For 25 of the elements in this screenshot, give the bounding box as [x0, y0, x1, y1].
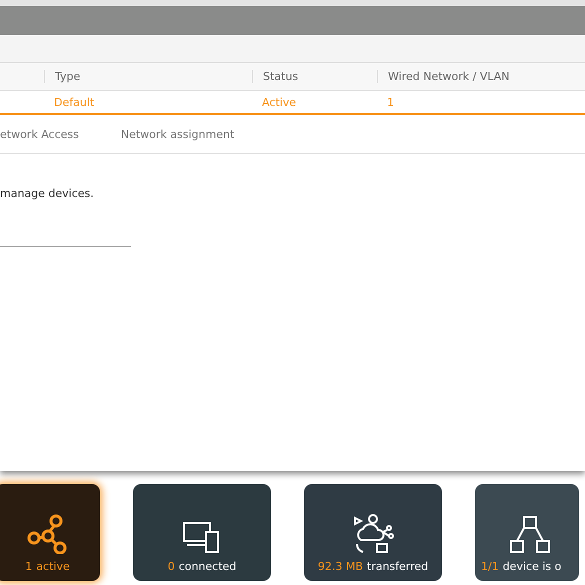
stat-label: device is o	[502, 560, 562, 573]
devices-icon	[182, 520, 222, 554]
cloud-share-icon	[351, 514, 395, 554]
table-cell: Active	[262, 96, 296, 108]
stat-card[interactable]: 1 active	[0, 484, 100, 581]
description-text: manage devices.	[0, 187, 95, 200]
tab[interactable]: etwork Access	[0, 128, 79, 140]
stat-label: active	[36, 560, 70, 573]
column-header: Wired Network / VLAN	[388, 70, 510, 83]
stat-label: connected	[178, 560, 236, 573]
column-header: Type	[55, 70, 80, 83]
column-header: Status	[263, 70, 298, 83]
table-cell: 1	[387, 96, 394, 108]
stat-card[interactable]: 92.3 MB transferred	[304, 484, 442, 581]
stat-label: transferred	[366, 560, 428, 573]
hierarchy-icon	[510, 516, 550, 554]
stat-value: 92.3 MB	[318, 560, 363, 573]
stat-card[interactable]: 0 connected	[133, 484, 271, 581]
network-nodes-icon	[26, 514, 70, 554]
tab[interactable]: Network assignment	[120, 128, 234, 140]
stat-value: 1/1	[481, 560, 499, 573]
table-cell: Default	[54, 96, 94, 108]
stat-value: 1	[25, 560, 32, 573]
stat-value: 0	[168, 560, 175, 573]
stat-card[interactable]: 1/1 device is o	[475, 484, 579, 581]
